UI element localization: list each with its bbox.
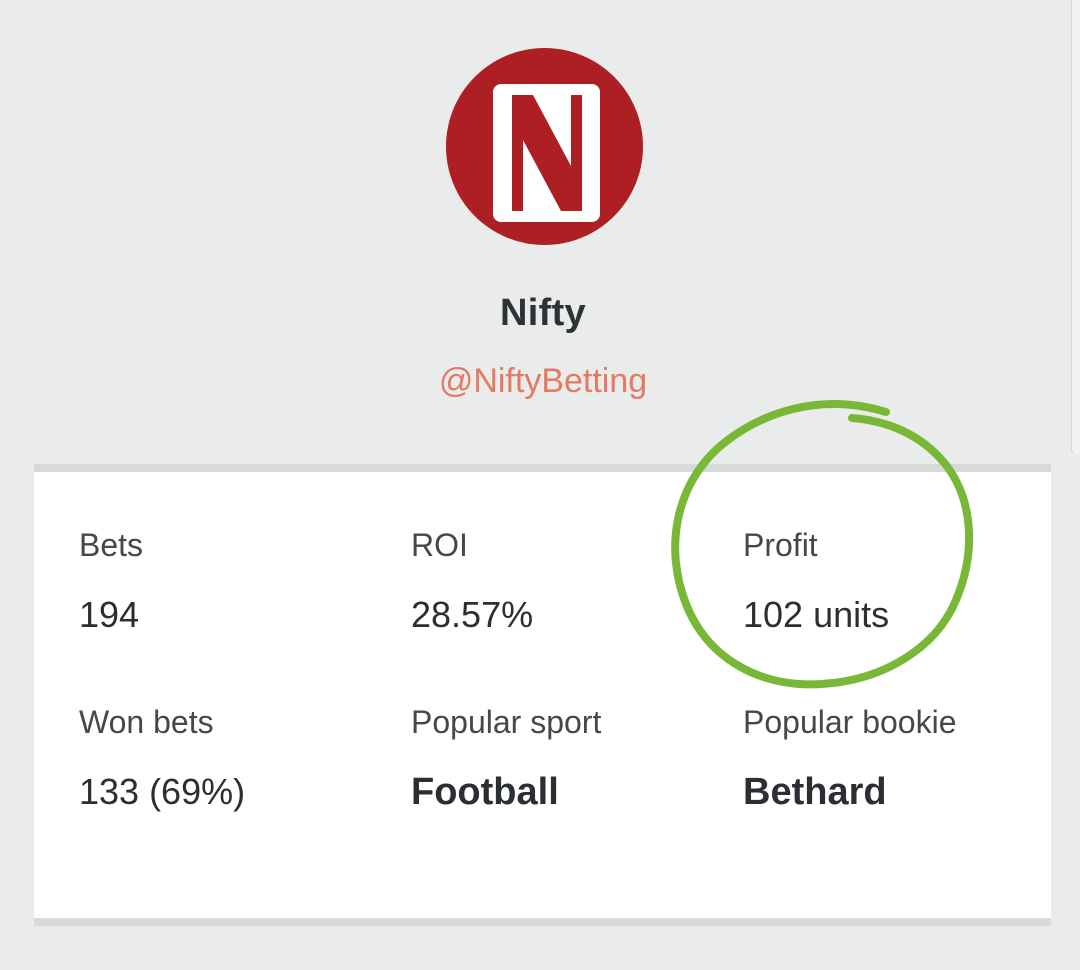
stat-profit: Profit 102 units: [743, 527, 889, 636]
stat-value: Bethard: [743, 771, 887, 813]
stat-popular-sport: Popular sport Football: [411, 704, 601, 814]
stat-value: Football: [411, 771, 559, 813]
stat-won-bets: Won bets 133 (69%): [79, 704, 245, 813]
stat-value: 194: [79, 594, 140, 635]
stat-value: 102 units: [743, 594, 890, 635]
stat-value: 133 (69%): [79, 771, 246, 812]
stat-label: Profit: [743, 527, 818, 563]
stat-label: Popular bookie: [743, 704, 957, 740]
avatar: [446, 48, 643, 245]
stats-card: Bets 194 ROI 28.57% Profit 102 units Won…: [34, 464, 1051, 926]
stat-label: Won bets: [79, 704, 214, 740]
stat-label: Popular sport: [411, 704, 602, 740]
stat-popular-bookie: Popular bookie Bethard: [743, 704, 956, 814]
stat-label: ROI: [411, 527, 468, 563]
stat-bets: Bets 194: [79, 527, 143, 636]
logo-n-icon: [493, 84, 600, 222]
stat-value: 28.57%: [411, 594, 534, 635]
stat-roi: ROI 28.57%: [411, 527, 533, 636]
profile-handle[interactable]: @NiftyBetting: [0, 362, 1080, 401]
stat-label: Bets: [79, 527, 144, 563]
profile-name: Nifty: [500, 292, 586, 334]
